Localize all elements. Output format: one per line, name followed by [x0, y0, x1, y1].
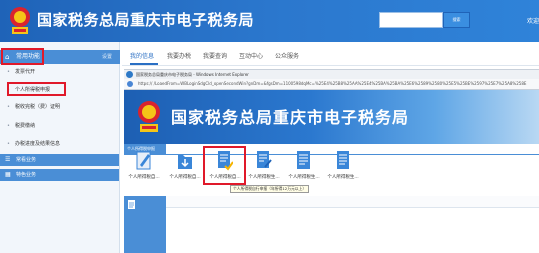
sidebar-item-label: 发票代开: [15, 69, 36, 75]
service-label: 个人所得税生...: [248, 175, 280, 180]
document-text-icon: [337, 151, 349, 169]
tab-public-service[interactable]: 公众服务: [275, 53, 299, 61]
sidebar-item-label: 税费缴纳: [15, 123, 36, 129]
address-url[interactable]: https:// /LoaedFrom=WBLoginSdgCld_openSe…: [138, 81, 526, 87]
bullet-icon: •: [7, 141, 10, 147]
service-tooltip: 个人所得税自行申报（年所得12万元以上）: [230, 185, 310, 193]
sidebar-item-label: 税收完税（费）证明: [15, 104, 61, 110]
service-item-6[interactable]: 个人所得税生...: [323, 146, 363, 188]
sidebar-group-label: 常看业务: [16, 157, 37, 163]
tab-query[interactable]: 我要查询: [203, 53, 227, 61]
grid-icon: ▦: [5, 171, 11, 178]
ie-logo-icon: [126, 71, 133, 78]
service-item-2[interactable]: 个人所得税自...: [165, 146, 205, 188]
greeting-text: 欢迎: [527, 18, 539, 25]
sidebar-item-label: 办税进度及结果信息: [15, 141, 61, 147]
ie-title-bar: 国家税务总局重庆市电子税务局 - Windows Internet Explor…: [124, 69, 539, 79]
pen-document-icon: [136, 151, 151, 170]
bullet-icon: •: [7, 104, 10, 110]
inner-site-banner: 国家税务总局重庆市电子税务局: [124, 90, 539, 144]
sidebar-group-frequent[interactable]: ☰ 常看业务: [0, 154, 119, 166]
ie-window-title: 国家税务总局重庆市电子税务局 - Windows Internet Explor…: [136, 72, 249, 77]
search-input[interactable]: [379, 12, 443, 28]
side-panel: [124, 196, 166, 253]
document-icon: [128, 200, 135, 209]
service-item-1[interactable]: 个人所得税自...: [124, 146, 164, 188]
tax-emblem-icon: [138, 101, 160, 132]
sidebar-item-invoice[interactable]: • 发票代开: [0, 66, 119, 78]
service-item-5[interactable]: 个人所得税生...: [284, 146, 324, 188]
highlight-box-iit-filing: [7, 82, 66, 96]
folder-download-icon: [178, 155, 192, 169]
sidebar: ⌂ 常用功能 设置 • 发票代开 • 个人所得税申报 • 税收完税（费）证明 •…: [0, 42, 120, 253]
service-label: 个人所得税自...: [169, 175, 201, 180]
service-label: 个人所得税生...: [327, 175, 359, 180]
service-item-4[interactable]: 个人所得税生...: [244, 146, 284, 188]
sidebar-group-special[interactable]: ▦ 特色业务: [0, 169, 119, 181]
search-button[interactable]: 搜索: [443, 12, 470, 28]
highlight-box-service-3: [203, 146, 246, 185]
main-tab-bar: 我的信息 我要办税 我要查询 互动中心 公众服务: [122, 44, 539, 66]
service-label: 个人所得税生...: [288, 175, 320, 180]
panel-header-row: [166, 196, 539, 208]
screenshot: 国家税务总局重庆市电子税务局 搜索 欢迎 ⌂ 常用功能 设置 • 发票代开 • …: [0, 0, 539, 253]
active-tab-indicator: [130, 63, 158, 65]
site-title: 国家税务总局重庆市电子税务局: [37, 11, 255, 29]
inner-site-title: 国家税务总局重庆市电子税务局: [171, 108, 410, 127]
tab-interaction[interactable]: 互动中心: [239, 53, 263, 61]
sidebar-settings-link[interactable]: 设置: [102, 53, 112, 61]
sidebar-item-progress[interactable]: • 办税进度及结果信息: [0, 138, 119, 150]
service-label: 个人所得税自...: [128, 175, 160, 180]
document-list-icon: [297, 151, 310, 169]
tab-do-tax[interactable]: 我要办税: [167, 53, 191, 61]
tab-my-info[interactable]: 我的信息: [130, 53, 154, 61]
list-icon: ☰: [5, 156, 11, 163]
bullet-icon: •: [7, 123, 10, 129]
document-edit-icon: [257, 151, 272, 168]
sidebar-item-tax-certificate[interactable]: • 税收完税（费）证明: [0, 101, 119, 113]
sidebar-group-label: 特色业务: [16, 172, 37, 178]
ie-address-bar[interactable]: https:// /LoaedFrom=WBLoginSdgCld_openSe…: [124, 79, 539, 90]
tax-emblem-icon: [10, 7, 30, 34]
back-arrow-icon[interactable]: [127, 81, 133, 87]
bullet-icon: •: [7, 69, 10, 75]
highlight-box-common-functions: [1, 48, 44, 65]
sidebar-item-tax-payment[interactable]: • 税费缴纳: [0, 120, 119, 132]
site-header: 国家税务总局重庆市电子税务局 搜索 欢迎: [0, 0, 539, 42]
